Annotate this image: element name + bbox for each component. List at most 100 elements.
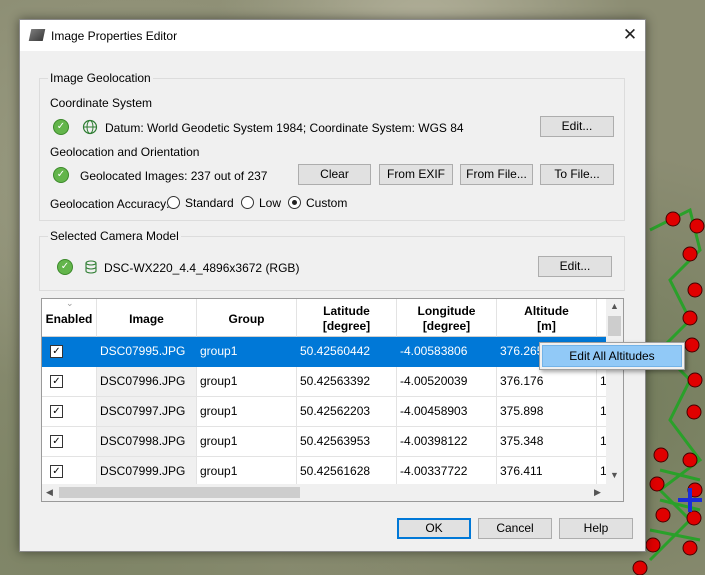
col-image-header[interactable]: Image: [97, 299, 197, 337]
table-row[interactable]: ✓ DSC07999.JPG group1 50.42561628 -4.003…: [42, 457, 608, 487]
latitude-cell[interactable]: 50.42561628: [297, 457, 397, 487]
longitude-cell[interactable]: -4.00583806: [397, 337, 497, 367]
from-file-button[interactable]: From File...: [460, 164, 533, 185]
group-cell[interactable]: group1: [197, 457, 297, 487]
latitude-cell[interactable]: 50.42563392: [297, 367, 397, 397]
altitude-cell[interactable]: 375.898: [497, 397, 597, 427]
table-header: ⌄ Enabled Image Group Latitude [degree] …: [42, 299, 608, 337]
check-circle-icon: ✓: [53, 167, 69, 183]
app-icon: [28, 29, 46, 41]
enabled-checkbox[interactable]: ✓: [50, 375, 63, 388]
enabled-cell[interactable]: ✓: [42, 397, 97, 427]
col-latitude-header[interactable]: Latitude [degree]: [297, 299, 397, 337]
altitude-cell[interactable]: 375.348: [497, 427, 597, 457]
accuracy-standard-label[interactable]: Standard: [185, 196, 234, 210]
longitude-cell[interactable]: -4.00458903: [397, 397, 497, 427]
scroll-right-icon[interactable]: ▶: [594, 487, 601, 498]
altitude-cell[interactable]: 376.411: [497, 457, 597, 487]
latitude-cell[interactable]: 50.42560442: [297, 337, 397, 367]
enabled-cell[interactable]: ✓: [42, 457, 97, 487]
table-row[interactable]: ✓ DSC07995.JPG group1 50.42560442 -4.005…: [42, 337, 608, 367]
image-cell[interactable]: DSC07996.JPG: [97, 367, 197, 397]
col-group-header[interactable]: Group: [197, 299, 297, 337]
edit-all-altitudes-menu-item[interactable]: Edit All Altitudes: [542, 345, 682, 367]
enabled-checkbox[interactable]: ✓: [50, 435, 63, 448]
image-properties-dialog: Image Properties Editor ✕ Image Geolocat…: [19, 19, 646, 552]
vertical-scrollbar[interactable]: ▲ ▼: [606, 299, 623, 484]
geolocation-heading: Geolocation and Orientation: [50, 145, 200, 159]
camera-model-value: DSC-WX220_4.4_4896x3672 (RGB): [104, 261, 300, 275]
geolocated-images-status: Geolocated Images: 237 out of 237: [80, 169, 268, 183]
coordinate-system-value: Datum: World Geodetic System 1984; Coord…: [105, 121, 464, 135]
header-label: Longitude [degree]: [417, 304, 476, 333]
ok-button[interactable]: OK: [397, 518, 471, 539]
group-title: Image Geolocation: [48, 71, 153, 85]
help-button[interactable]: Help: [559, 518, 633, 539]
enabled-cell[interactable]: ✓: [42, 427, 97, 457]
longitude-cell[interactable]: -4.00398122: [397, 427, 497, 457]
scroll-down-icon[interactable]: ▼: [610, 470, 619, 480]
header-label: Latitude [degree]: [322, 304, 371, 333]
enabled-checkbox[interactable]: ✓: [50, 345, 63, 358]
scrollbar-corner: [606, 484, 623, 501]
col-enabled-header[interactable]: ⌄ Enabled: [42, 299, 97, 337]
dialog-title: Image Properties Editor: [51, 29, 178, 43]
accuracy-custom-radio[interactable]: [288, 196, 301, 209]
image-cell[interactable]: DSC07998.JPG: [97, 427, 197, 457]
close-button[interactable]: ✕: [615, 20, 645, 51]
horizontal-scrollbar[interactable]: ◀ ▶: [42, 484, 608, 501]
vertical-scroll-thumb[interactable]: [608, 316, 621, 336]
from-exif-button[interactable]: From EXIF: [379, 164, 453, 185]
scroll-left-icon[interactable]: ◀: [46, 487, 53, 498]
clear-button[interactable]: Clear: [298, 164, 371, 185]
accuracy-label: Geolocation Accuracy:: [50, 197, 170, 211]
check-circle-icon: ✓: [57, 259, 73, 275]
image-geolocation-group: Image Geolocation Coordinate System ✓ Da…: [39, 71, 625, 221]
enabled-checkbox[interactable]: ✓: [50, 465, 63, 478]
context-menu: Edit All Altitudes: [539, 342, 685, 370]
table-row[interactable]: ✓ DSC07996.JPG group1 50.42563392 -4.005…: [42, 367, 608, 397]
title-bar[interactable]: Image Properties Editor ✕: [20, 20, 645, 51]
enabled-checkbox[interactable]: ✓: [50, 405, 63, 418]
camera-edit-button[interactable]: Edit...: [538, 256, 612, 277]
group-title: Selected Camera Model: [48, 229, 181, 243]
header-label: Altitude [m]: [524, 304, 569, 333]
altitude-cell[interactable]: 376.176: [497, 367, 597, 397]
enabled-cell[interactable]: ✓: [42, 337, 97, 367]
header-label: Image: [129, 311, 164, 326]
enabled-cell[interactable]: ✓: [42, 367, 97, 397]
longitude-cell[interactable]: -4.00520039: [397, 367, 497, 397]
accuracy-low-label[interactable]: Low: [259, 196, 281, 210]
col-altitude-header[interactable]: Altitude [m]: [497, 299, 597, 337]
table-row[interactable]: ✓ DSC07997.JPG group1 50.42562203 -4.004…: [42, 397, 608, 427]
horizontal-scroll-thumb[interactable]: [59, 487, 300, 498]
latitude-cell[interactable]: 50.42562203: [297, 397, 397, 427]
longitude-cell[interactable]: -4.00337722: [397, 457, 497, 487]
camera-model-group: Selected Camera Model ✓ DSC-WX220_4.4_48…: [39, 229, 625, 291]
image-cell[interactable]: DSC07997.JPG: [97, 397, 197, 427]
image-cell[interactable]: DSC07995.JPG: [97, 337, 197, 367]
header-label: Group: [228, 311, 265, 326]
group-cell[interactable]: group1: [197, 397, 297, 427]
table-row[interactable]: ✓ DSC07998.JPG group1 50.42563953 -4.003…: [42, 427, 608, 457]
cancel-button[interactable]: Cancel: [478, 518, 552, 539]
database-icon: [85, 260, 97, 274]
accuracy-low-radio[interactable]: [241, 196, 254, 209]
latitude-cell[interactable]: 50.42563953: [297, 427, 397, 457]
sort-arrow-icon: ⌄: [66, 298, 74, 308]
coordinate-edit-button[interactable]: Edit...: [540, 116, 614, 137]
group-cell[interactable]: group1: [197, 427, 297, 457]
coordinate-system-heading: Coordinate System: [50, 96, 153, 110]
group-cell[interactable]: group1: [197, 337, 297, 367]
col-longitude-header[interactable]: Longitude [degree]: [397, 299, 497, 337]
image-cell[interactable]: DSC07999.JPG: [97, 457, 197, 487]
group-cell[interactable]: group1: [197, 367, 297, 397]
to-file-button[interactable]: To File...: [540, 164, 614, 185]
accuracy-custom-label[interactable]: Custom: [306, 196, 347, 210]
image-table[interactable]: ⌄ Enabled Image Group Latitude [degree] …: [41, 298, 624, 502]
check-circle-icon: ✓: [53, 119, 69, 135]
scroll-up-icon[interactable]: ▲: [610, 301, 619, 311]
globe-icon: [82, 119, 98, 135]
header-label: Enabled: [45, 311, 93, 326]
accuracy-standard-radio[interactable]: [167, 196, 180, 209]
